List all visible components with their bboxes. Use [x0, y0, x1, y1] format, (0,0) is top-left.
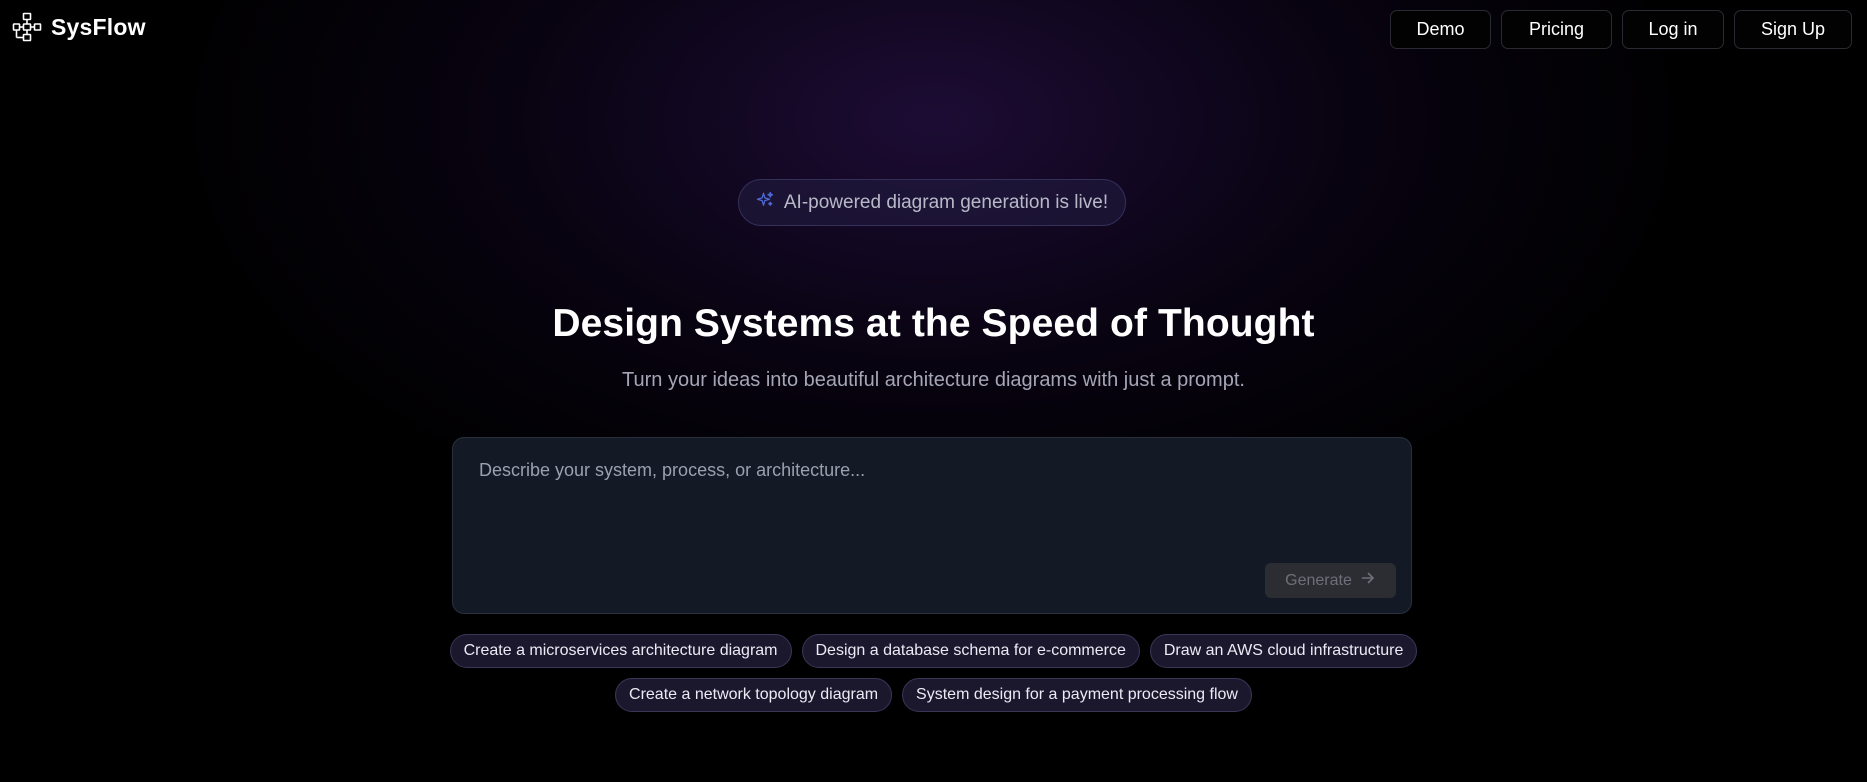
nav-actions: Demo Pricing Log in Sign Up — [1390, 10, 1852, 49]
suggestion-chips-row-1: Create a microservices architecture diag… — [0, 634, 1867, 668]
suggestion-chip[interactable]: Create a network topology diagram — [615, 678, 893, 712]
suggestion-chips-row-2: Create a network topology diagram System… — [0, 678, 1867, 712]
demo-button[interactable]: Demo — [1390, 10, 1491, 49]
suggestion-chip[interactable]: Draw an AWS cloud infrastructure — [1149, 634, 1418, 668]
flow-diagram-icon — [12, 12, 42, 42]
suggestion-chip[interactable]: Design a database schema for e-commerce — [801, 634, 1140, 668]
sparkle-icon — [756, 191, 774, 214]
suggestion-chip[interactable]: Create a microservices architecture diag… — [449, 634, 792, 668]
prompt-box: Generate — [452, 437, 1412, 614]
arrow-right-icon — [1360, 570, 1376, 591]
announcement-badge: AI-powered diagram generation is live! — [738, 179, 1126, 226]
login-button[interactable]: Log in — [1622, 10, 1724, 49]
generate-button-label: Generate — [1285, 571, 1352, 589]
brand-logo-link[interactable]: SysFlow — [12, 12, 146, 42]
prompt-input[interactable] — [479, 460, 1379, 540]
top-navigation-bar: SysFlow Demo Pricing Log in Sign Up — [0, 0, 1867, 58]
suggestion-chip[interactable]: System design for a payment processing f… — [902, 678, 1252, 712]
generate-button[interactable]: Generate — [1265, 563, 1396, 598]
pricing-button[interactable]: Pricing — [1501, 10, 1612, 49]
hero-title: Design Systems at the Speed of Thought — [552, 302, 1315, 345]
brand-name: SysFlow — [51, 13, 146, 40]
hero-subtitle: Turn your ideas into beautiful architect… — [622, 369, 1245, 391]
announcement-text: AI-powered diagram generation is live! — [783, 191, 1109, 213]
signup-button[interactable]: Sign Up — [1734, 10, 1852, 49]
